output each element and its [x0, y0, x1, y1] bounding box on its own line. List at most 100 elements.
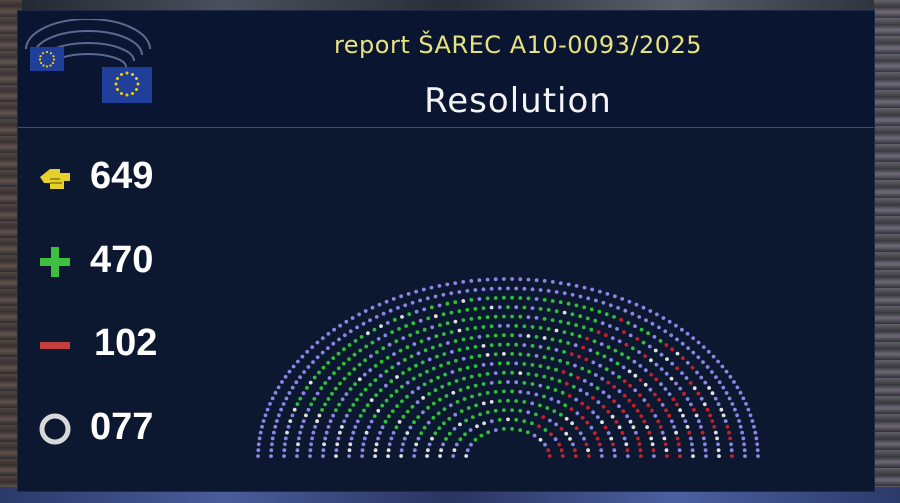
seat-dot — [420, 360, 425, 365]
seat-dot — [369, 354, 373, 358]
seat-dot — [489, 419, 494, 424]
seat-dot — [290, 413, 295, 418]
seat-dot — [608, 303, 613, 308]
seat-dot — [466, 385, 470, 390]
seat-dot — [389, 379, 394, 384]
seat-dot — [305, 349, 310, 354]
seat-dot — [419, 431, 424, 435]
seat-dot — [347, 448, 352, 453]
seat-dot — [639, 327, 644, 332]
seat-dot — [453, 339, 458, 343]
seat-dot — [653, 414, 658, 418]
seat-dot — [282, 454, 286, 458]
seat-dot — [705, 407, 710, 412]
seat-dot — [299, 424, 304, 429]
seat-dot — [493, 352, 498, 357]
seat-dot — [485, 315, 490, 320]
seat-dot — [549, 432, 553, 437]
seat-dot — [331, 341, 336, 346]
seat-dot — [742, 442, 746, 447]
seat-dot — [392, 317, 397, 322]
seat-dot — [336, 436, 341, 441]
seat-dot — [518, 390, 523, 394]
seat-dot — [704, 454, 708, 458]
seat-dot — [391, 297, 396, 301]
seat-dot — [645, 425, 649, 429]
seat-dot — [637, 442, 642, 447]
seat-dot — [469, 336, 474, 340]
seat-dot — [589, 307, 594, 312]
seat-dot — [454, 358, 458, 363]
seat-dot — [620, 352, 624, 356]
seat-dot — [522, 381, 527, 385]
seat-dot — [612, 448, 617, 453]
seat-dot — [604, 367, 609, 372]
seat-dot — [320, 336, 325, 340]
seat-dot — [442, 352, 447, 356]
seat-dot — [441, 312, 446, 317]
seat-dot — [485, 353, 490, 357]
seat-dot — [327, 376, 332, 380]
seat-dot — [283, 442, 287, 447]
seat-dot — [357, 377, 362, 382]
seat-dot — [399, 294, 403, 299]
tally-against: 102 — [18, 320, 218, 368]
seat-dot — [377, 302, 382, 307]
seat-dot — [662, 436, 667, 441]
seat-dot — [697, 419, 701, 424]
seat-dot — [436, 411, 441, 416]
seat-dot — [412, 420, 416, 425]
seat-dot — [477, 316, 482, 320]
tally-abstentions-value: 077 — [90, 406, 154, 448]
seat-dot — [418, 298, 422, 303]
seat-dot — [538, 437, 543, 442]
seat-dot — [730, 402, 735, 406]
seat-dot — [741, 436, 746, 441]
seat-dot — [497, 342, 502, 347]
seat-dot — [617, 339, 622, 344]
seat-dot — [703, 442, 707, 447]
seat-dot — [451, 390, 456, 395]
seat-dot — [368, 318, 372, 323]
seat-dot — [310, 345, 315, 349]
seat-dot — [401, 336, 406, 340]
seat-dot — [423, 348, 428, 353]
seat-dot — [581, 325, 586, 330]
seat-dot — [386, 448, 391, 453]
seat-dot — [372, 327, 377, 332]
seat-dot — [558, 339, 563, 343]
seat-dot — [353, 425, 358, 429]
seat-dot — [291, 364, 296, 369]
seat-dot — [689, 402, 693, 407]
seat-dot — [586, 405, 590, 410]
seat-dot — [431, 401, 436, 406]
seat-dot — [485, 296, 490, 301]
seat-dot — [282, 448, 287, 453]
seat-dot — [609, 358, 613, 362]
seat-dot — [388, 308, 393, 313]
seat-dot — [506, 361, 510, 366]
seat-dot — [422, 307, 427, 312]
seat-dot — [449, 310, 454, 315]
seat-dot — [367, 425, 371, 429]
seat-dot — [518, 277, 523, 282]
seat-dot — [682, 391, 686, 396]
seat-dot — [554, 328, 559, 333]
seat-dot — [383, 333, 388, 338]
seat-dot — [309, 442, 313, 447]
seat-dot — [369, 398, 374, 402]
seat-dot — [414, 442, 419, 447]
seat-dot — [321, 454, 325, 458]
seat-dot — [298, 396, 303, 401]
seat-dot — [315, 419, 319, 424]
seat-dot — [522, 343, 527, 347]
seat-dot — [562, 291, 567, 296]
seat-dot — [365, 403, 370, 408]
seat-dot — [397, 327, 401, 331]
seat-dot — [678, 454, 682, 458]
voting-hand-icon — [40, 169, 70, 189]
seat-dot — [363, 387, 368, 392]
seat-dot — [542, 355, 547, 360]
seat-dot — [302, 370, 306, 374]
seat-dot — [412, 454, 416, 458]
